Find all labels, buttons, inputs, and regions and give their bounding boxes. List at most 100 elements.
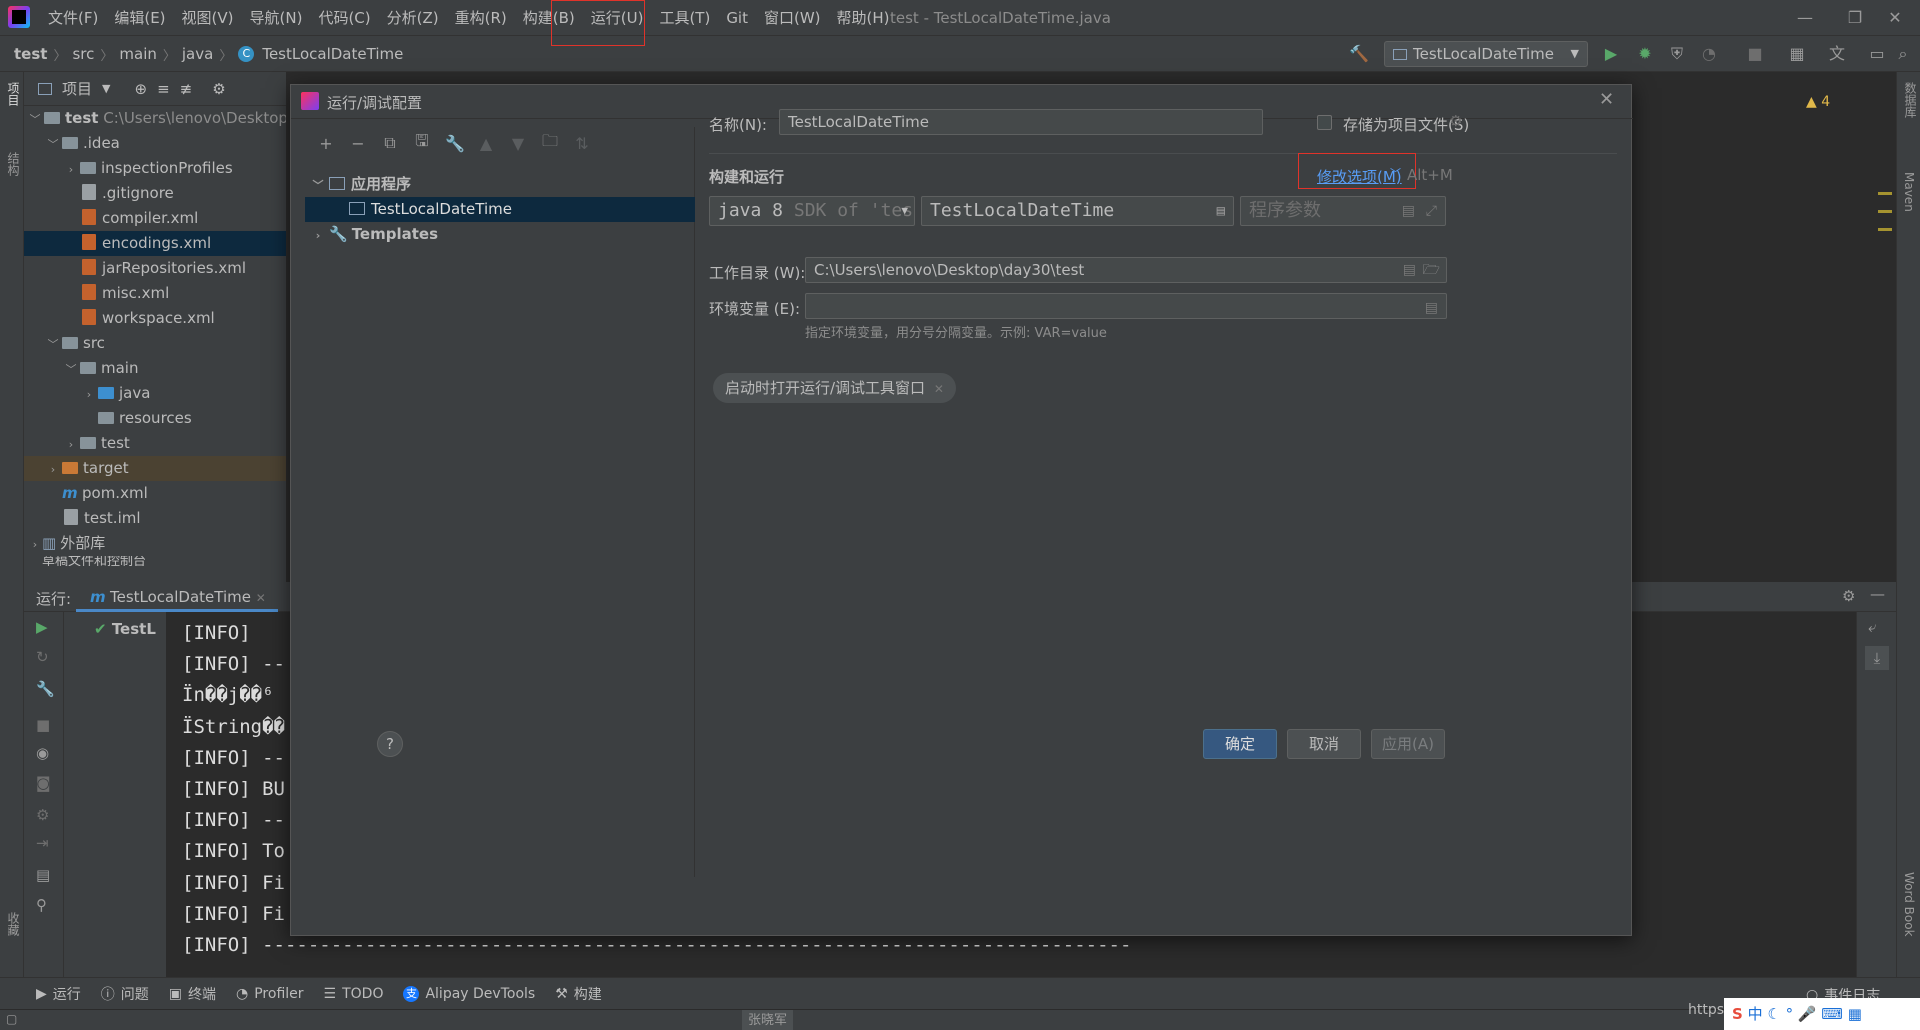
tree-item-test[interactable]: › test <box>24 431 286 456</box>
ok-button[interactable]: 确定 <box>1203 729 1277 759</box>
tree-item-src[interactable]: ﹀ src <box>24 331 286 356</box>
project-structure-icon[interactable]: ▦ <box>1786 43 1808 65</box>
workdir-field[interactable]: C:\Users\lenovo\Desktop\day30\test ▤ 🗁 <box>805 257 1447 283</box>
profile-icon[interactable]: ◔ <box>1698 43 1720 65</box>
name-field[interactable]: TestLocalDateTime <box>779 109 1263 135</box>
collapse-all-icon[interactable]: ≢ <box>180 80 193 98</box>
tree-item-inspection-profiles[interactable]: › inspectionProfiles <box>24 156 286 181</box>
window-icon[interactable]: ▭ <box>1866 43 1888 65</box>
breadcrumb-main[interactable]: main <box>119 45 156 63</box>
tree-item-target[interactable]: › target <box>24 456 286 481</box>
tool-terminal[interactable]: ▣ 终端 <box>169 984 216 1004</box>
menu-item-9[interactable]: 工具(T) <box>651 0 718 36</box>
expand-text-icon[interactable]: ▤ <box>1402 197 1415 225</box>
tree-item-root[interactable]: ﹀ test C:\Users\lenovo\Desktop\ <box>24 106 287 131</box>
stripe-structure[interactable]: 结构 <box>5 152 22 176</box>
rerun-icon[interactable]: ▶ <box>36 618 48 636</box>
add-icon[interactable]: + <box>317 134 335 153</box>
tree-item-main[interactable]: ﹀ main <box>24 356 286 381</box>
tree-item-workspace-xml[interactable]: workspace.xml <box>24 306 286 331</box>
expand-all-icon[interactable]: ≡ <box>157 80 170 98</box>
tree-item-jar-repositories-xml[interactable]: jarRepositories.xml <box>24 256 286 281</box>
tree-item-encodings-xml[interactable]: encodings.xml <box>24 231 286 256</box>
coverage-icon[interactable]: ⛨ <box>1666 43 1688 65</box>
stripe-word-book[interactable]: Word Book <box>1902 872 1916 937</box>
breadcrumb-src[interactable]: src <box>72 45 94 63</box>
tree-item-pom-xml[interactable]: m pom.xml <box>24 481 286 506</box>
pin-icon[interactable]: ⚲ <box>36 896 47 914</box>
menu-item-3[interactable]: 导航(N) <box>242 0 311 36</box>
run-icon[interactable]: ▶ <box>1600 43 1622 65</box>
tree-item-scratches[interactable]: 草稿文件和控制台 <box>24 556 286 566</box>
tool-todo[interactable]: ☰ TODO <box>324 986 384 1002</box>
tree-item-external-libraries[interactable]: › ▥ 外部库 <box>24 531 286 556</box>
tree-item-test-iml[interactable]: test.iml <box>24 506 286 531</box>
tree-item-gitignore[interactable]: .gitignore <box>24 181 286 206</box>
breadcrumb-java[interactable]: java <box>182 45 213 63</box>
apply-button[interactable]: 应用(A) <box>1371 729 1445 759</box>
copy-icon[interactable]: ⧉ <box>381 133 399 153</box>
menu-item-1[interactable]: 编辑(E) <box>106 0 173 36</box>
export-icon[interactable]: ⇥ <box>36 834 49 852</box>
menu-item-5[interactable]: 分析(Z) <box>379 0 447 36</box>
env-field[interactable]: ▤ <box>805 293 1447 319</box>
ime-toolbar[interactable]: S 中 ☾ ° 🎤 ⌨ ▦ <box>1724 998 1920 1030</box>
locate-icon[interactable]: ⊕ <box>134 80 147 98</box>
close-chip-icon[interactable]: ✕ <box>934 382 944 396</box>
menu-item-4[interactable]: 代码(C) <box>310 0 378 36</box>
menu-item-0[interactable]: 文件(F) <box>40 0 106 36</box>
cancel-button[interactable]: 取消 <box>1287 729 1361 759</box>
stop-icon[interactable]: ■ <box>36 716 50 734</box>
stripe-maven[interactable]: Maven <box>1902 172 1916 212</box>
move-up-icon[interactable]: ▲ <box>477 134 495 153</box>
search-icon[interactable]: ⌕ <box>1892 43 1914 65</box>
tree-item-idea[interactable]: ﹀ .idea <box>24 131 286 156</box>
breadcrumb-class[interactable]: TestLocalDateTime <box>262 45 403 63</box>
breadcrumb-project[interactable]: test <box>14 45 47 63</box>
menu-item-10[interactable]: Git <box>718 0 756 36</box>
stop-icon[interactable]: ■ <box>1744 43 1766 65</box>
menu-item-11[interactable]: 窗口(W) <box>756 0 829 36</box>
insert-macro-icon[interactable]: ▤ <box>1403 258 1416 282</box>
camera-icon[interactable]: ◙ <box>36 774 51 792</box>
main-class-field[interactable]: TestLocalDateTime ▤ <box>921 196 1234 226</box>
remove-icon[interactable]: − <box>349 134 367 153</box>
gear-icon[interactable]: ⚙ <box>1842 587 1855 605</box>
project-panel-title[interactable]: 项目 <box>62 78 92 99</box>
edit-env-icon[interactable]: ▤ <box>1425 294 1438 322</box>
scroll-to-end-icon[interactable]: ⤓ <box>1865 646 1889 670</box>
wrench-icon[interactable]: 🔧 <box>36 680 55 698</box>
modify-options-link[interactable]: 修改选项(M) <box>1317 166 1402 187</box>
soft-wrap-icon[interactable]: ⤶ <box>1868 618 1876 636</box>
close-window-icon[interactable]: ✕ <box>1870 0 1920 36</box>
maximize-icon[interactable]: ⤢ <box>1426 197 1437 225</box>
browse-icon[interactable]: ▤ <box>1217 197 1225 225</box>
open-tool-window-chip[interactable]: 启动时打开运行/调试工具窗口 ✕ <box>713 373 956 403</box>
tool-problems[interactable]: ⓘ 问题 <box>101 984 149 1004</box>
tree-item-misc-xml[interactable]: misc.xml <box>24 281 286 306</box>
hide-panel-icon[interactable]: — <box>1870 585 1885 603</box>
wrench-icon[interactable]: 🔧 <box>445 134 465 153</box>
tree-item-java[interactable]: › java <box>24 381 286 406</box>
config-group-templates[interactable]: › 🔧 Templates <box>305 222 695 247</box>
debug-icon[interactable]: ✹ <box>1634 43 1656 65</box>
new-folder-icon[interactable]: 🗀 <box>541 130 559 157</box>
tree-item-compiler-xml[interactable]: compiler.xml <box>24 206 286 231</box>
stripe-database[interactable]: 数据库 <box>1902 82 1919 118</box>
tool-alipay-devtools[interactable]: 支 Alipay DevTools <box>403 985 535 1002</box>
config-item-selected[interactable]: TestLocalDateTime <box>305 197 695 222</box>
program-args-field[interactable]: 程序参数 ▤ ⤢ <box>1240 196 1446 226</box>
stripe-project[interactable]: 项目 <box>5 82 22 106</box>
chevron-down-icon[interactable]: ▼ <box>102 82 110 95</box>
tree-item-resources[interactable]: resources <box>24 406 286 431</box>
tool-run[interactable]: ▶ 运行 <box>36 984 81 1004</box>
store-project-file-checkbox[interactable] <box>1317 115 1332 130</box>
help-button[interactable]: ? <box>377 731 403 757</box>
run-config-selector[interactable]: TestLocalDateTime ▼ <box>1384 41 1588 67</box>
warning-indicator[interactable]: ▲ 4 <box>1806 94 1830 110</box>
sort-icon[interactable]: ⇅ <box>573 134 591 153</box>
layout-icon[interactable]: ▤ <box>36 866 50 884</box>
move-down-icon[interactable]: ▼ <box>509 134 527 153</box>
gear-icon[interactable]: ⚙ <box>212 80 225 98</box>
menu-item-12[interactable]: 帮助(H) <box>829 0 898 36</box>
